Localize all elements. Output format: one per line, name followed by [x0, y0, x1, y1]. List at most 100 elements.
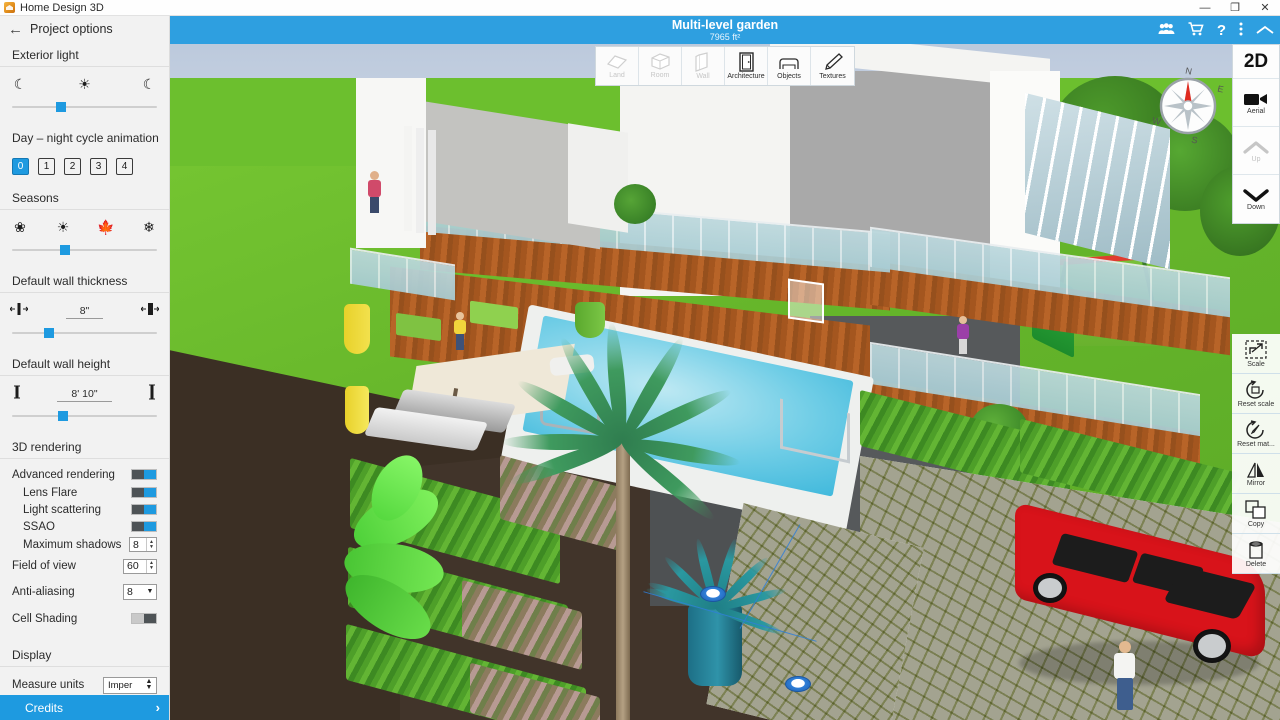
row-cell-shading: Cell Shading — [0, 605, 169, 632]
thin-wall-icon — [9, 302, 29, 319]
day-night-option-4[interactable]: 4 — [116, 158, 133, 175]
tool-label-mirror: Mirror — [1246, 479, 1266, 487]
thick-wall-icon — [140, 302, 160, 319]
copy-icon — [1245, 499, 1266, 519]
tool-scale-button[interactable]: Scale — [1232, 334, 1280, 374]
tool-label-copy: Copy — [1247, 520, 1265, 528]
spinner-arrows-icon[interactable]: ▲ ▼ — [146, 559, 156, 573]
selection-handle-bottom[interactable] — [785, 676, 811, 692]
maximize-button[interactable]: ❐ — [1220, 0, 1250, 16]
exterior-light-icons: ☾ ☀ ☾ — [0, 73, 169, 95]
selection-handle-top[interactable] — [700, 586, 726, 602]
project-options-sidebar: ← Project options Exterior light ☾ ☀ ☾ D… — [0, 16, 170, 720]
tool-label-delete: Delete — [1245, 560, 1267, 568]
sidebar-title: Project options — [30, 22, 113, 36]
mode-textures[interactable]: Textures — [811, 47, 854, 85]
day-night-option-2[interactable]: 2 — [64, 158, 81, 175]
slider-knob[interactable] — [59, 245, 70, 255]
compass-east: E — [1217, 84, 1225, 95]
tool-mirror-button[interactable]: Mirror — [1232, 454, 1280, 494]
label-light-scattering: Light scattering — [23, 503, 101, 516]
view-down-button[interactable]: Down — [1233, 175, 1279, 223]
wall-height-value[interactable]: 8' 10" — [57, 388, 112, 402]
toggle-ssao[interactable] — [131, 521, 157, 532]
app-icon — [4, 2, 15, 13]
3d-viewport[interactable]: Multi-level garden 7965 ft² ? Land Room … — [170, 16, 1280, 720]
project-title: Multi-level garden — [671, 17, 779, 32]
slider-track — [12, 249, 157, 251]
label-cell-shading: Cell Shading — [12, 612, 78, 625]
person-balcony — [365, 171, 383, 215]
seasons-slider[interactable] — [12, 242, 157, 258]
select-measure-units[interactable]: Imper ▲ ▼ — [103, 676, 157, 694]
short-wall-icon — [10, 384, 24, 403]
wall-thickness-value[interactable]: 8" — [65, 305, 104, 319]
help-icon[interactable]: ? — [1217, 23, 1226, 38]
mode-architecture[interactable]: Architecture — [725, 47, 768, 85]
tool-reset-material-button[interactable]: Reset mat... — [1232, 414, 1280, 454]
cart-icon[interactable] — [1188, 22, 1204, 38]
day-night-option-3[interactable]: 3 — [90, 158, 107, 175]
toggle-cell-shading[interactable] — [131, 613, 157, 624]
tool-copy-button[interactable]: Copy — [1232, 494, 1280, 534]
chevron-down-icon[interactable]: ▼ — [144, 588, 156, 595]
toggle-advanced-rendering[interactable] — [131, 469, 157, 480]
slider-knob[interactable] — [55, 102, 66, 112]
compass[interactable]: N E S W — [1148, 65, 1228, 146]
wall-thickness-slider[interactable] — [12, 325, 157, 341]
mode-objects[interactable]: Objects — [768, 47, 811, 85]
view-aerial-button[interactable]: Aerial — [1233, 79, 1279, 127]
wall-height-row: 8' 10" — [0, 382, 169, 404]
section-display: Display Measure units Imper ▲ ▼ — [0, 642, 169, 697]
day-night-option-1[interactable]: 1 — [38, 158, 55, 175]
select-anti-aliasing[interactable]: 8 ▼ — [123, 583, 157, 600]
back-arrow-icon[interactable]: ← — [8, 22, 23, 37]
label-lens-flare: Lens Flare — [23, 486, 78, 499]
spinner-field-of-view[interactable]: 60 ▲ ▼ — [123, 558, 157, 574]
tool-label-scale: Scale — [1247, 360, 1265, 368]
mode-label-textures: Textures — [819, 73, 846, 80]
mode-label-wall: Wall — [696, 73, 710, 80]
tool-label-reset-scale: Reset scale — [1237, 400, 1275, 408]
more-menu-icon[interactable] — [1239, 22, 1243, 38]
chevron-updown-icon[interactable]: ▲ ▼ — [142, 678, 156, 691]
view-2d-button[interactable]: 2D — [1233, 45, 1279, 79]
value-measure-units: Imper — [108, 679, 133, 691]
slider-knob[interactable] — [58, 411, 69, 421]
value-field-of-view: 60 — [127, 560, 139, 572]
label-measure-units: Measure units — [12, 679, 85, 691]
credits-button[interactable]: Credits › — [0, 695, 169, 720]
toggle-lens-flare[interactable] — [131, 487, 157, 498]
value-maximum-shadows: 8 — [133, 538, 139, 551]
window-title: Home Design 3D — [20, 1, 104, 14]
spinner-arrows-icon[interactable]: ▲ ▼ — [146, 538, 156, 551]
window-controls: — ❐ ✕ — [1190, 0, 1280, 16]
mode-land[interactable]: Land — [596, 47, 639, 85]
spinner-maximum-shadows[interactable]: 8 ▲ ▼ — [129, 537, 157, 552]
selected-agave-plant[interactable] — [645, 496, 810, 696]
toggle-light-scattering[interactable] — [131, 504, 157, 515]
close-button[interactable]: ✕ — [1250, 0, 1280, 16]
row-measure-units: Measure units Imper ▲ ▼ — [0, 673, 169, 697]
slider-track — [12, 415, 157, 417]
tool-reset-scale-button[interactable]: Reset scale — [1232, 374, 1280, 414]
mode-wall[interactable]: Wall — [682, 47, 725, 85]
mode-room[interactable]: Room — [639, 47, 682, 85]
flower-icon: ❀ — [14, 219, 26, 235]
camera-icon — [1244, 93, 1267, 105]
slider-knob[interactable] — [43, 328, 54, 338]
mode-label-land: Land — [609, 72, 625, 79]
palm-trunk — [616, 436, 630, 720]
chevron-up-icon — [1243, 140, 1269, 154]
tool-delete-button[interactable]: Delete — [1232, 534, 1280, 574]
view-up-button[interactable]: Up — [1233, 127, 1279, 175]
minimize-button[interactable]: — — [1190, 0, 1220, 16]
section-title-display: Display — [0, 642, 169, 667]
collapse-icon[interactable] — [1256, 23, 1274, 37]
day-night-option-0[interactable]: 0 — [12, 158, 29, 175]
community-icon[interactable] — [1158, 23, 1175, 37]
exterior-light-slider[interactable] — [12, 99, 157, 115]
wall-height-slider[interactable] — [12, 408, 157, 424]
section-title-exterior-light: Exterior light — [0, 42, 169, 67]
yellow-planter — [344, 304, 370, 354]
